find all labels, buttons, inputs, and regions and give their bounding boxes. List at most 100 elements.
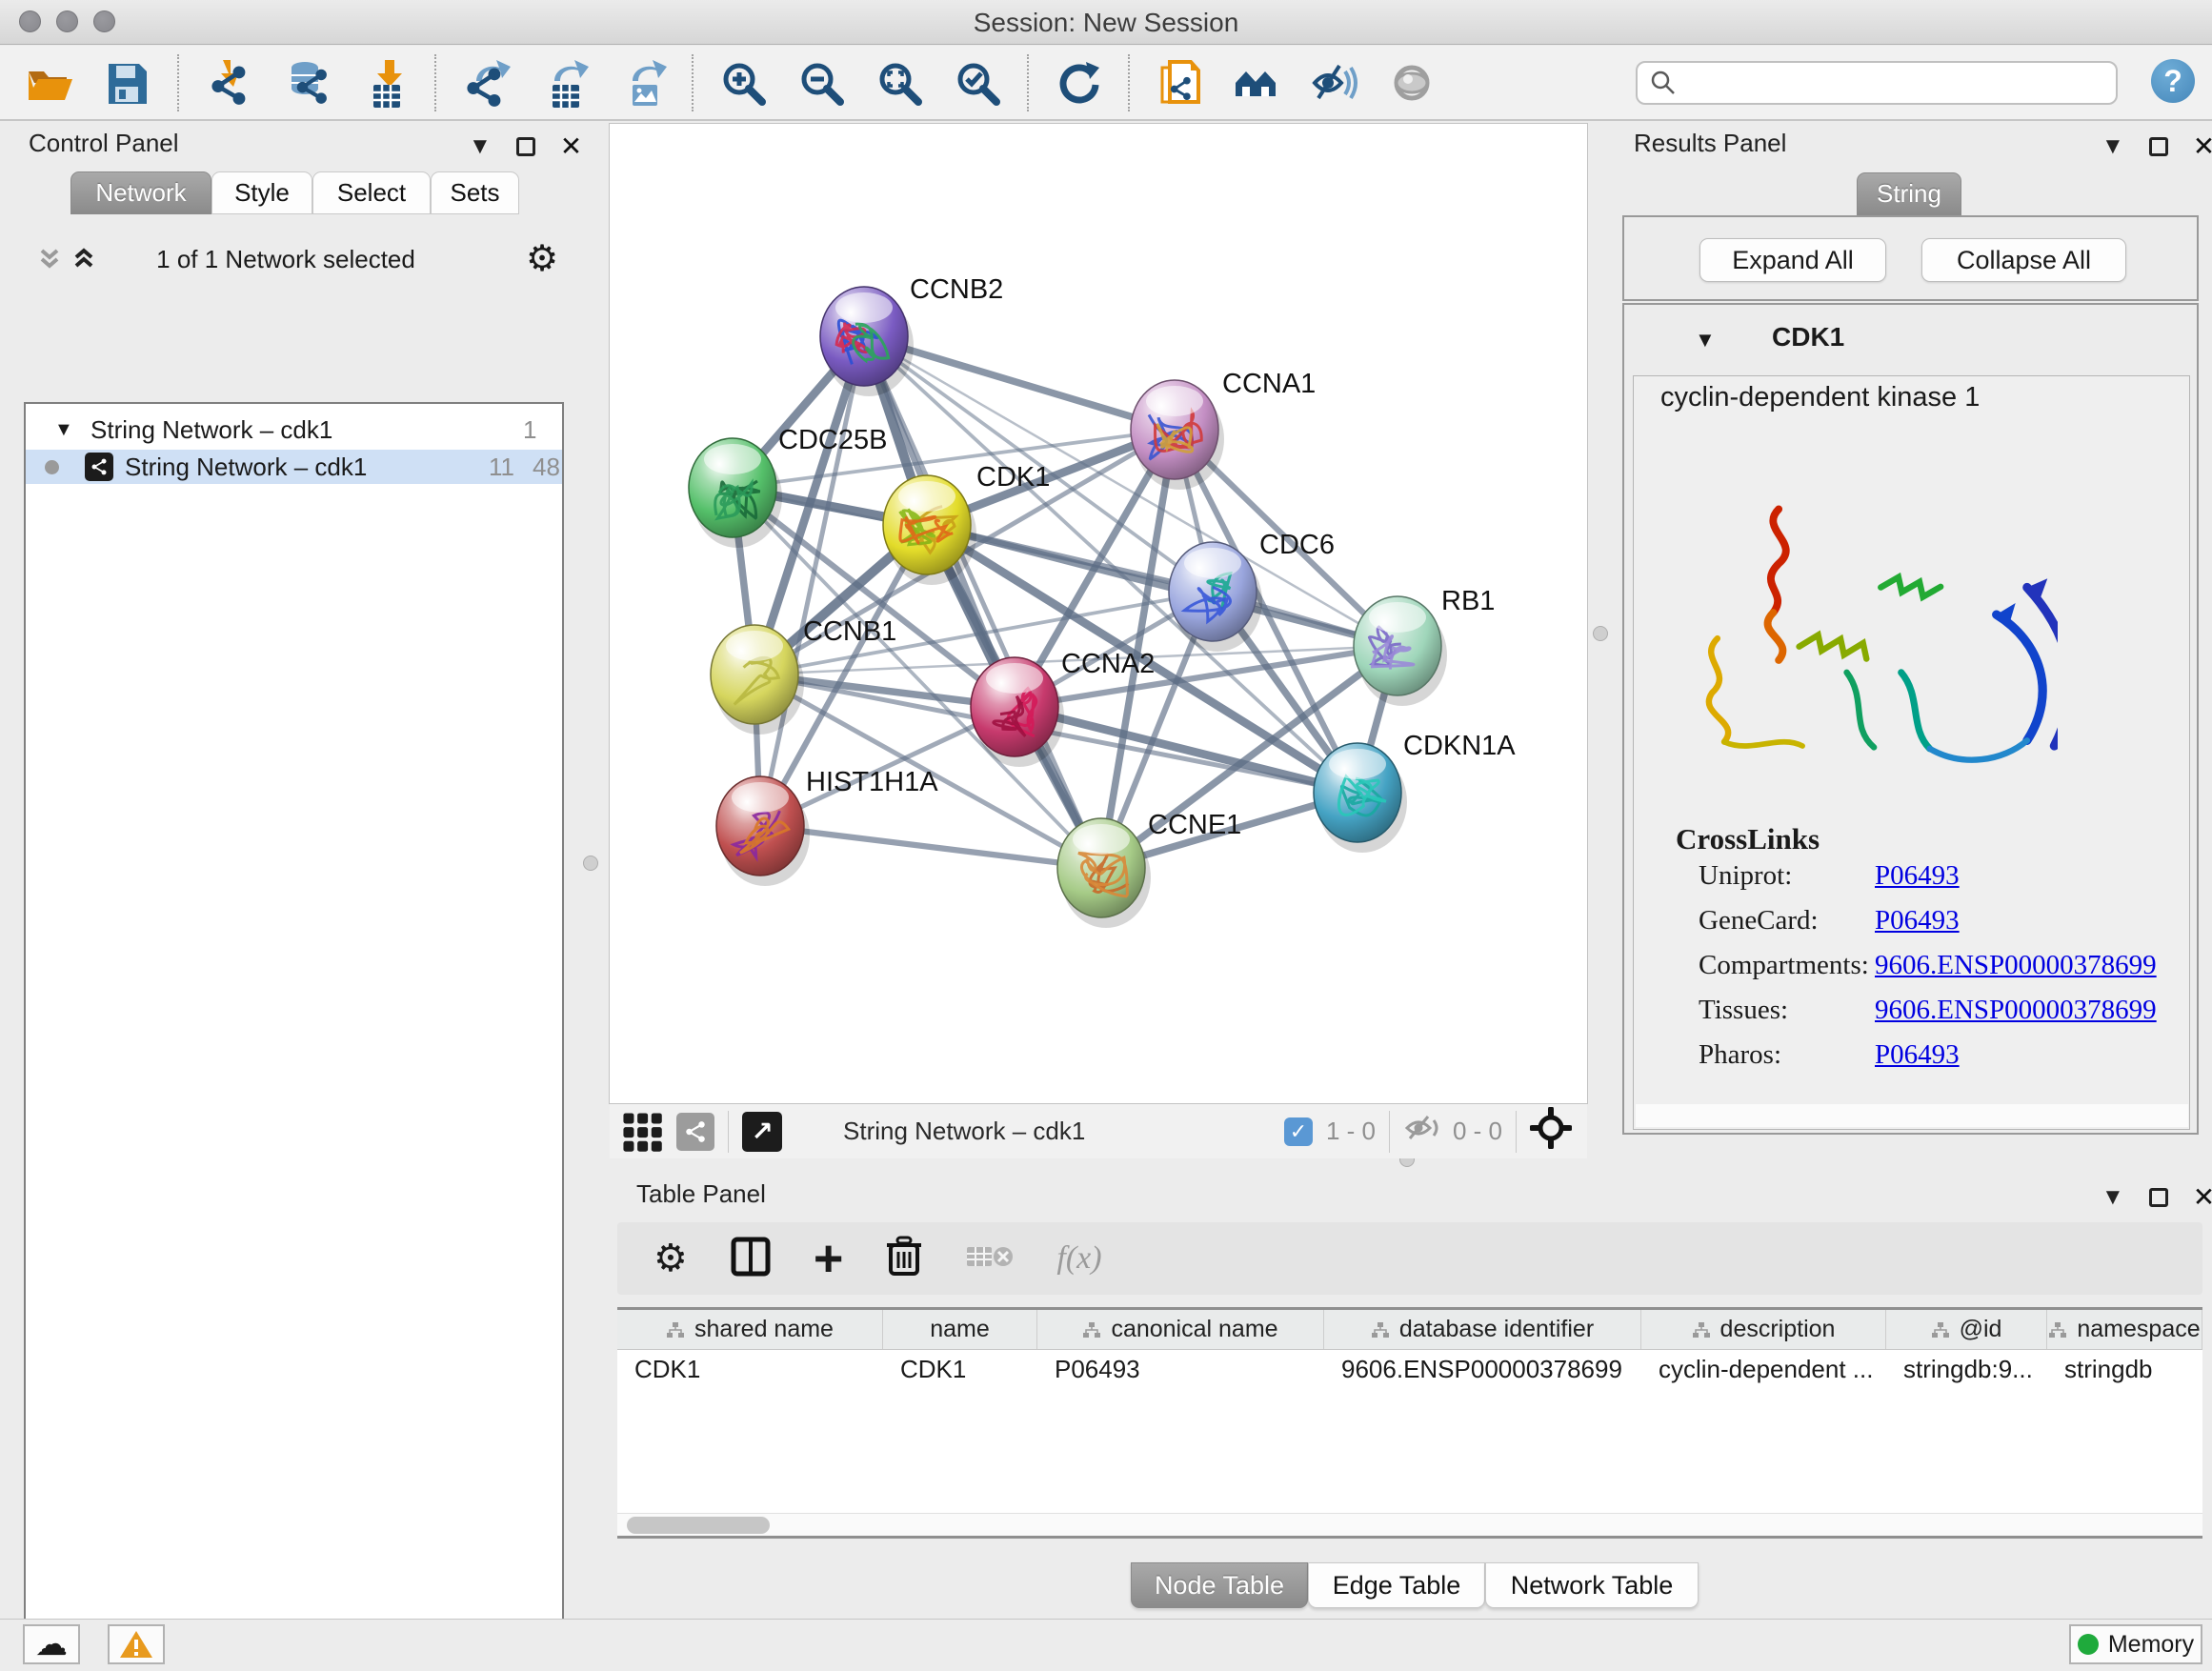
network-view-share-icon[interactable] <box>676 1113 714 1151</box>
column-header-canonical-name[interactable]: canonical name <box>1037 1310 1324 1349</box>
table-panel-collapse-icon[interactable]: ▼ <box>2101 1184 2124 1211</box>
network-edge[interactable] <box>760 826 1101 868</box>
tab-network-table[interactable]: Network Table <box>1485 1562 1699 1608</box>
import-network-from-file-icon[interactable] <box>204 58 253 108</box>
delete-column-trash-icon[interactable] <box>885 1236 923 1282</box>
node-label-CDKN1A: CDKN1A <box>1403 731 1516 761</box>
gene-expand-icon[interactable]: ▼ <box>1695 328 1716 352</box>
add-column-icon[interactable]: + <box>814 1239 844 1278</box>
collection-expand-icon[interactable]: ▼ <box>54 419 73 441</box>
zoom-selected-icon[interactable] <box>953 58 1002 108</box>
control-panel-title: Control Panel <box>29 129 179 158</box>
grid-view-icon[interactable] <box>621 1107 663 1157</box>
column-header-namespace[interactable]: namespace <box>2047 1310 2202 1349</box>
crosslink-link[interactable]: P06493 <box>1875 1039 1960 1071</box>
network-node-CCNB1[interactable]: CCNB1 <box>711 616 896 735</box>
tab-string[interactable]: String <box>1857 172 1961 215</box>
save-session-icon[interactable] <box>103 58 152 108</box>
node-label-HIST1H1A: HIST1H1A <box>806 767 938 797</box>
search-icon <box>1649 69 1678 102</box>
table-panel-close-icon[interactable]: ✕ <box>2193 1181 2212 1213</box>
help-icon[interactable]: ? <box>2151 59 2195 103</box>
new-network-view-icon[interactable] <box>1155 58 1204 108</box>
network-selection-status: 1 of 1 Network selected <box>114 245 457 274</box>
network-options-gear-icon[interactable]: ⚙ <box>526 237 558 280</box>
zoom-fit-icon[interactable] <box>875 58 924 108</box>
results-panel-collapse-icon[interactable]: ▼ <box>2101 133 2124 160</box>
results-panel-close-icon[interactable]: ✕ <box>2193 131 2212 162</box>
hidden-eye-icon[interactable] <box>1403 1112 1443 1151</box>
network-list: ▼ String Network – cdk1 1 String Network… <box>24 402 564 1671</box>
table-hscrollbar-thumb[interactable] <box>627 1517 770 1534</box>
network-node-CCNE1[interactable]: CCNE1 <box>1057 810 1241 928</box>
collapse-all-button[interactable]: Collapse All <box>1921 238 2126 282</box>
crosslinks-title: CrossLinks <box>1676 822 1820 856</box>
birdseye-crosshair-icon[interactable] <box>1530 1107 1572 1156</box>
network-collection-row[interactable]: ▼ String Network – cdk1 1 <box>26 415 562 448</box>
table-panel-float-icon[interactable] <box>2149 1188 2168 1207</box>
table-cell: 9606.ENSP00000378699 <box>1324 1350 1641 1388</box>
control-panel-collapse-icon[interactable]: ▼ <box>469 133 492 160</box>
tab-select[interactable]: Select <box>312 171 431 214</box>
tab-sets[interactable]: Sets <box>431 171 519 214</box>
crosslink-link[interactable]: P06493 <box>1875 860 1960 892</box>
column-header-description[interactable]: description <box>1641 1310 1886 1349</box>
tab-edge-table[interactable]: Edge Table <box>1308 1562 1485 1608</box>
column-header-name[interactable]: name <box>883 1310 1037 1349</box>
network-node-RB1[interactable]: RB1 <box>1354 586 1495 706</box>
table-panel-title: Table Panel <box>636 1179 766 1209</box>
control-panel-float-icon[interactable] <box>516 137 535 156</box>
network-node-CDC6[interactable]: CDC6 <box>1169 530 1335 652</box>
node-label-CDK1: CDK1 <box>976 462 1050 493</box>
import-table-from-file-icon[interactable] <box>360 58 410 108</box>
table-row[interactable]: CDK1CDK1P064939606.ENSP00000378699cyclin… <box>617 1350 2202 1388</box>
column-header-shared-name[interactable]: shared name <box>617 1310 883 1349</box>
search-input[interactable] <box>1636 61 2118 105</box>
zoom-out-icon[interactable] <box>796 58 846 108</box>
warnings-button[interactable] <box>108 1624 165 1664</box>
results-panel-float-icon[interactable] <box>2149 137 2168 156</box>
table-cell: stringdb:9... <box>1886 1350 2047 1388</box>
tab-network[interactable]: Network <box>70 171 211 214</box>
network-canvas[interactable]: CCNB2CCNA1CDC25BCDK1CDC6RB1CCNB1CCNA2CDK… <box>610 124 1587 1103</box>
expand-all-button[interactable]: Expand All <box>1699 238 1886 282</box>
memory-button[interactable]: Memory <box>2069 1624 2202 1664</box>
export-image-icon[interactable] <box>617 58 667 108</box>
export-table-icon[interactable] <box>539 58 589 108</box>
collapse-all-networks-icon[interactable] <box>34 243 65 278</box>
tab-node-table[interactable]: Node Table <box>1131 1562 1308 1608</box>
network-node-CDKN1A[interactable]: CDKN1A <box>1314 731 1516 853</box>
export-network-icon[interactable] <box>461 58 511 108</box>
crosslink-link[interactable]: P06493 <box>1875 905 1960 936</box>
refresh-view-icon[interactable] <box>1054 58 1103 108</box>
crosslink-link[interactable]: 9606.ENSP00000378699 <box>1875 950 2157 981</box>
zoom-in-icon[interactable] <box>718 58 768 108</box>
function-builder-icon: f(x) <box>1056 1240 1101 1277</box>
right-splitter-handle[interactable] <box>1593 626 1608 641</box>
crosslink-link[interactable]: 9606.ENSP00000378699 <box>1875 995 2157 1026</box>
cloud-button[interactable]: ☁ <box>23 1624 80 1664</box>
tab-style[interactable]: Style <box>211 171 312 214</box>
show-columns-icon[interactable] <box>730 1236 772 1282</box>
table-hscrollbar[interactable] <box>617 1513 2202 1536</box>
selected-nodes-checkbox-icon[interactable]: ✓ <box>1284 1117 1313 1146</box>
results-hscrollbar[interactable] <box>1636 1104 2188 1127</box>
network-node-CCNB2[interactable]: CCNB2 <box>820 274 1003 396</box>
network-node-CCNA1[interactable]: CCNA1 <box>1131 369 1316 490</box>
welcome-screen-icon[interactable] <box>1233 58 1282 108</box>
table-settings-gear-icon[interactable]: ⚙ <box>654 1237 688 1280</box>
left-splitter-handle[interactable] <box>583 856 598 871</box>
open-session-icon[interactable] <box>25 58 74 108</box>
column-header-database-identifier[interactable]: database identifier <box>1324 1310 1641 1349</box>
network-row-selected[interactable]: String Network – cdk1 11 48 <box>26 450 562 484</box>
import-network-from-database-icon[interactable] <box>282 58 332 108</box>
detach-view-icon[interactable]: ↗ <box>742 1112 782 1152</box>
hide-selected-icon[interactable] <box>1311 58 1360 108</box>
network-node-HIST1H1A[interactable]: HIST1H1A <box>716 767 938 886</box>
crosslink-label: Tissues: <box>1699 995 1788 1026</box>
column-header--id[interactable]: @id <box>1886 1310 2047 1349</box>
network-share-icon <box>85 453 113 481</box>
show-hidden-icon[interactable] <box>1389 58 1438 108</box>
expand-all-networks-icon[interactable] <box>69 243 99 278</box>
control-panel-close-icon[interactable]: ✕ <box>560 131 582 162</box>
